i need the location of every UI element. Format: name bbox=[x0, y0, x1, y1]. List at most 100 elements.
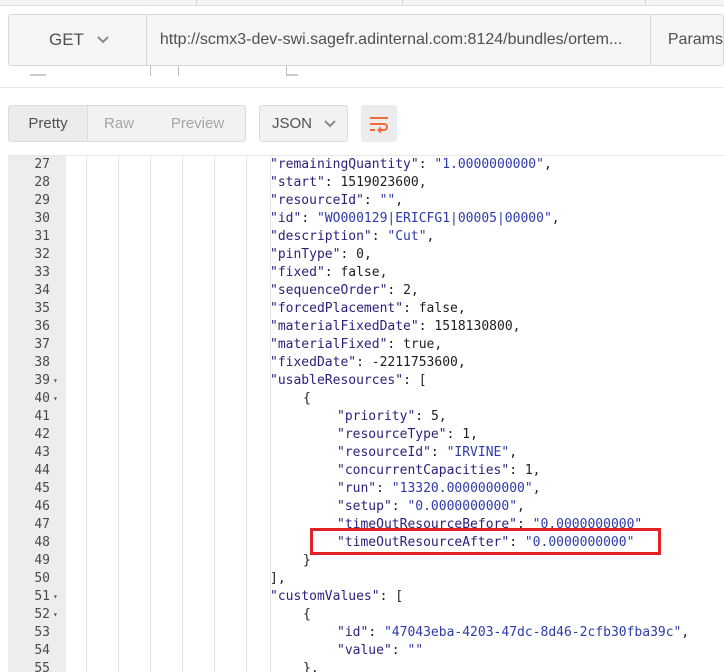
code-text: "description": "Cut", bbox=[270, 228, 434, 246]
json-key: "description" bbox=[270, 229, 372, 244]
json-token: , bbox=[379, 265, 388, 280]
code-line: 31 "description": "Cut", bbox=[8, 228, 724, 246]
json-key: "pinType" bbox=[270, 247, 341, 262]
json-key: "fixedDate" bbox=[270, 355, 357, 370]
json-key: "remainingQuantity" bbox=[270, 157, 419, 172]
request-bar: GET http://scmx3-dev-swi.sagefr.adintern… bbox=[8, 14, 724, 66]
code-line: 27 "remainingQuantity": "1.0000000000", bbox=[8, 156, 724, 174]
response-body-editor[interactable]: 27 "remainingQuantity": "1.0000000000", 28… bbox=[8, 155, 724, 672]
wrap-lines-button[interactable] bbox=[361, 105, 397, 142]
code-line: 33 "fixed": false, bbox=[8, 264, 724, 282]
params-button[interactable]: Params bbox=[651, 31, 723, 49]
line-number: 39 bbox=[34, 373, 50, 388]
tab-underline bbox=[30, 66, 46, 76]
line-number: 34 bbox=[34, 283, 50, 298]
json-token: : bbox=[415, 409, 431, 424]
json-token: , bbox=[457, 355, 466, 370]
json-token: : bbox=[446, 427, 463, 442]
json-token: : bbox=[391, 643, 408, 658]
raw-button[interactable]: Raw bbox=[88, 106, 150, 141]
json-token: , bbox=[410, 283, 419, 298]
line-number: 29 bbox=[34, 193, 50, 208]
json-token: : bbox=[324, 175, 341, 190]
chevron-down-icon bbox=[97, 36, 109, 44]
view-mode-group: Pretty Raw Preview bbox=[8, 105, 246, 142]
line-number: 43 bbox=[34, 445, 50, 460]
json-token: : bbox=[430, 445, 447, 460]
response-toolbar: Pretty Raw Preview JSON bbox=[8, 105, 397, 142]
json-token: : [ bbox=[403, 373, 427, 388]
fold-arrow-icon[interactable]: ▾ bbox=[53, 588, 58, 606]
code-text: "id": "WO000129|ERICFG1|00005|00000", bbox=[270, 210, 560, 228]
json-string: "" bbox=[407, 643, 424, 658]
code-line: 50], bbox=[8, 570, 724, 588]
json-token: : bbox=[340, 247, 357, 262]
json-token: , bbox=[543, 157, 552, 172]
code-line: 45 "run": "13320.0000000000", bbox=[8, 480, 724, 498]
code-line: 32 "pinType": 0, bbox=[8, 246, 724, 264]
tab-divider bbox=[645, 0, 646, 6]
tab-underline bbox=[286, 66, 298, 76]
code-line: 52 ▾ { bbox=[8, 606, 724, 624]
json-key: "usableResources" bbox=[270, 373, 404, 388]
json-string: "1.0000000000" bbox=[434, 157, 544, 172]
json-key: "materialFixed" bbox=[270, 337, 388, 352]
fold-arrow-icon[interactable]: ▾ bbox=[53, 390, 58, 408]
line-number: 54 bbox=[34, 643, 50, 658]
fold-arrow-icon[interactable]: ▾ bbox=[53, 372, 58, 390]
json-token: : bbox=[391, 499, 408, 514]
json-token: , bbox=[512, 319, 521, 334]
pretty-button[interactable]: Pretty bbox=[9, 106, 88, 141]
line-number: 41 bbox=[34, 409, 50, 424]
json-key: "resourceId" bbox=[270, 193, 364, 208]
preview-button[interactable]: Preview bbox=[150, 106, 245, 141]
json-string: "47043eba-4203-47dc-8d46-2cfb30fba39c" bbox=[383, 625, 682, 640]
fold-arrow-icon[interactable]: ▾ bbox=[53, 606, 58, 624]
line-number: 49 bbox=[34, 553, 50, 568]
tab-divider bbox=[178, 66, 179, 76]
line-number: 45 bbox=[34, 481, 50, 496]
code-line: 43 "resourceId": "IRVINE", bbox=[8, 444, 724, 462]
line-number: 36 bbox=[34, 319, 50, 334]
code-line: 54 "value": "" bbox=[8, 642, 724, 660]
code-line: 30 "id": "WO000129|ERICFG1|00005|00000", bbox=[8, 210, 724, 228]
json-key: "forcedPlacement" bbox=[270, 301, 404, 316]
json-key: "priority" bbox=[337, 409, 416, 424]
code-text: "start": 1519023600, bbox=[270, 174, 427, 192]
method-dropdown[interactable]: GET bbox=[9, 15, 147, 65]
url-input[interactable]: http://scmx3-dev-swi.sagefr.adinternal.c… bbox=[147, 15, 651, 65]
tab-divider bbox=[196, 0, 197, 6]
format-dropdown[interactable]: JSON bbox=[259, 105, 348, 142]
line-number: 40 bbox=[34, 391, 50, 406]
json-token: : bbox=[387, 283, 404, 298]
chevron-down-icon bbox=[324, 119, 336, 127]
code-text: "materialFixed": true, bbox=[270, 336, 442, 354]
json-token: , bbox=[509, 445, 518, 460]
json-string: "" bbox=[379, 193, 396, 208]
code-text: "remainingQuantity": "1.0000000000", bbox=[270, 156, 552, 174]
json-token: , bbox=[517, 499, 525, 514]
json-token: : bbox=[387, 337, 404, 352]
line-number: 35 bbox=[34, 301, 50, 316]
code-text: "id": "47043eba-4203-47dc-8d46-2cfb30fba… bbox=[337, 624, 689, 642]
code-text: "concurrentCapacities": 1, bbox=[337, 462, 541, 480]
json-key: "resourceId" bbox=[337, 445, 431, 460]
json-token: { bbox=[303, 391, 311, 406]
code-text: "resourceType": 1, bbox=[337, 426, 478, 444]
json-token: 1 bbox=[462, 427, 471, 442]
code-text: "run": "13320.0000000000", bbox=[337, 480, 541, 498]
json-token: -2211753600 bbox=[371, 355, 458, 370]
code-text: "fixed": false, bbox=[270, 264, 387, 282]
json-token: : bbox=[356, 355, 372, 370]
json-token: , bbox=[470, 427, 478, 442]
json-key: "id" bbox=[270, 211, 302, 226]
json-token: : bbox=[368, 625, 384, 640]
code-text: "setup": "0.0000000000", bbox=[337, 498, 525, 516]
json-token: : bbox=[418, 319, 435, 334]
code-line: 38 "fixedDate": -2211753600, bbox=[8, 354, 724, 372]
json-token: , bbox=[426, 229, 435, 244]
json-string: "WO000129|ERICFG1|00005|00000" bbox=[316, 211, 552, 226]
code-line: 35 "forcedPlacement": false, bbox=[8, 300, 724, 318]
code-text: "pinType": 0, bbox=[270, 246, 372, 264]
code-text: "customValues": [ bbox=[270, 588, 403, 606]
